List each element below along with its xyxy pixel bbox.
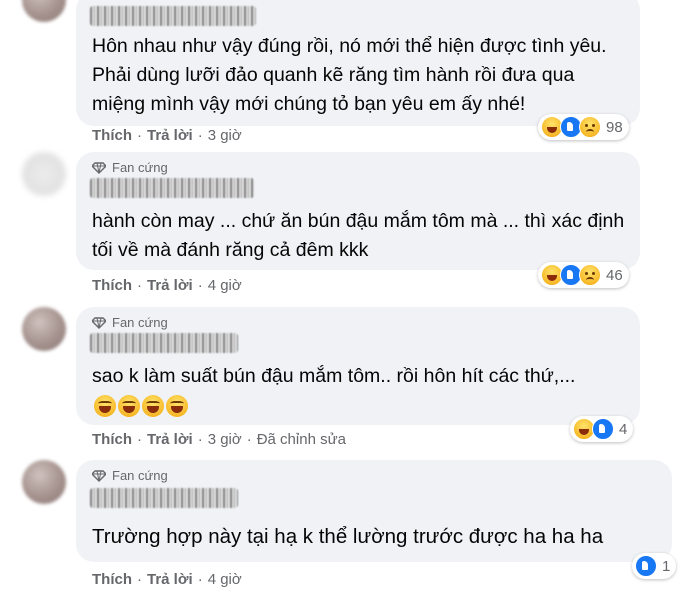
reaction-summary[interactable]: 98: [538, 114, 629, 140]
separator: ·: [246, 431, 252, 448]
laughing-emoji-icon: [118, 395, 140, 417]
comment-bubble: Fan cứng sao k làm suất bún đậu mắm tôm.…: [76, 307, 640, 425]
diamond-icon: [92, 161, 106, 174]
reaction-count: 46: [606, 266, 623, 284]
blurred-commenter-name: [90, 178, 254, 198]
like-link[interactable]: Thích: [92, 127, 132, 144]
avatar[interactable]: [22, 152, 66, 196]
avatar[interactable]: [22, 460, 66, 504]
laughing-emoji-icon: [166, 395, 188, 417]
separator: ·: [137, 571, 142, 588]
diamond-icon: [92, 316, 106, 329]
reaction-summary[interactable]: 1: [632, 553, 677, 579]
reaction-count: 1: [662, 557, 671, 575]
comment-actions: Thích · Trả lời · 3 giờ: [92, 127, 242, 144]
badge-label: Fan cứng: [112, 315, 168, 330]
reply-link[interactable]: Trả lời: [147, 431, 193, 448]
reply-link[interactable]: Trả lời: [147, 571, 193, 588]
fan-badge: Fan cứng: [92, 315, 168, 330]
comment-bubble: Fan cứng hành còn may ... chứ ăn bún đậu…: [76, 152, 640, 270]
avatar[interactable]: [22, 307, 66, 351]
timestamp[interactable]: 4 giờ: [208, 571, 242, 588]
blurred-commenter-name: [90, 488, 238, 508]
edited-label[interactable]: Đã chỉnh sửa: [257, 431, 346, 448]
separator: ·: [197, 431, 203, 448]
comment-text: Trường hợp này tại hạ k thể lường trước …: [92, 525, 604, 548]
like-reaction-icon: [592, 418, 614, 440]
comment-actions: Thích · Trả lời · 4 giờ: [92, 571, 242, 588]
sad-reaction-icon: [579, 116, 601, 138]
comment-bubble: Hôn nhau như vậy đúng rồi, nó mới thể hi…: [76, 0, 640, 126]
reaction-count: 98: [606, 118, 623, 136]
laughing-emoji-icon: [142, 395, 164, 417]
separator: ·: [197, 571, 203, 588]
like-link[interactable]: Thích: [92, 571, 132, 588]
comment-text: hành còn may ... chứ ăn bún đậu mắm tôm …: [92, 210, 625, 261]
comment-bubble: Fan cứng Trường hợp này tại hạ k thể lườ…: [76, 460, 672, 562]
reaction-count: 4: [619, 420, 628, 438]
timestamp[interactable]: 4 giờ: [208, 277, 242, 294]
separator: ·: [197, 277, 203, 294]
separator: ·: [197, 127, 203, 144]
blurred-commenter-name: [90, 333, 238, 353]
laughing-emoji-icon: [94, 395, 116, 417]
comment-actions: Thích · Trả lời · 4 giờ: [92, 277, 242, 294]
avatar[interactable]: [22, 0, 66, 22]
fan-badge: Fan cứng: [92, 160, 168, 175]
blurred-commenter-name: [90, 6, 256, 26]
like-link[interactable]: Thích: [92, 277, 132, 294]
reaction-summary[interactable]: 4: [570, 416, 634, 442]
timestamp[interactable]: 3 giờ: [208, 127, 242, 144]
sad-reaction-icon: [579, 264, 601, 286]
diamond-icon: [92, 469, 106, 482]
like-reaction-icon: [635, 555, 657, 577]
emoji-row: [94, 395, 188, 417]
reply-link[interactable]: Trả lời: [147, 127, 193, 144]
timestamp[interactable]: 3 giờ: [208, 431, 242, 448]
separator: ·: [137, 127, 142, 144]
fan-badge: Fan cứng: [92, 468, 168, 483]
reaction-summary[interactable]: 46: [538, 262, 629, 288]
reply-link[interactable]: Trả lời: [147, 277, 193, 294]
badge-label: Fan cứng: [112, 160, 168, 175]
comment-actions: Thích · Trả lời · 3 giờ · Đã chỉnh sửa: [92, 431, 346, 448]
comment-text: Hôn nhau như vậy đúng rồi, nó mới thể hi…: [92, 35, 607, 115]
badge-label: Fan cứng: [112, 468, 168, 483]
comment-text: sao k làm suất bún đậu mắm tôm.. rồi hôn…: [92, 365, 576, 387]
separator: ·: [137, 277, 142, 294]
separator: ·: [137, 431, 142, 448]
like-link[interactable]: Thích: [92, 431, 132, 448]
